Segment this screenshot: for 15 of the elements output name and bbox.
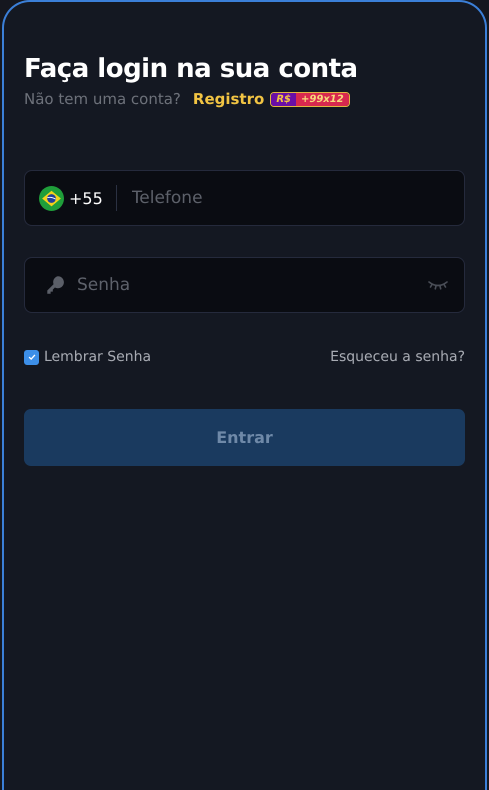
- checkbox[interactable]: [24, 350, 39, 364]
- country-code[interactable]: +55: [69, 188, 103, 208]
- remember-checkbox[interactable]: Lembrar Senha: [24, 349, 152, 365]
- currency-label: R$: [271, 92, 296, 106]
- bonus-label: +99x12: [296, 92, 349, 106]
- phone-field[interactable]: +55 Telefone: [24, 170, 465, 226]
- register-link[interactable]: Registro: [192, 90, 264, 108]
- page-title: Faça login na sua conta: [24, 54, 359, 84]
- password-field[interactable]: Senha: [24, 257, 465, 313]
- forgot-password-link[interactable]: Esqueceu a senha?: [330, 349, 465, 365]
- password-input[interactable]: Senha: [75, 274, 428, 296]
- flag-icon: [39, 186, 64, 210]
- remember-label: Lembrar Senha: [44, 349, 152, 365]
- check-icon: [26, 352, 36, 362]
- register-prompt: Não tem uma conta?: [24, 90, 181, 108]
